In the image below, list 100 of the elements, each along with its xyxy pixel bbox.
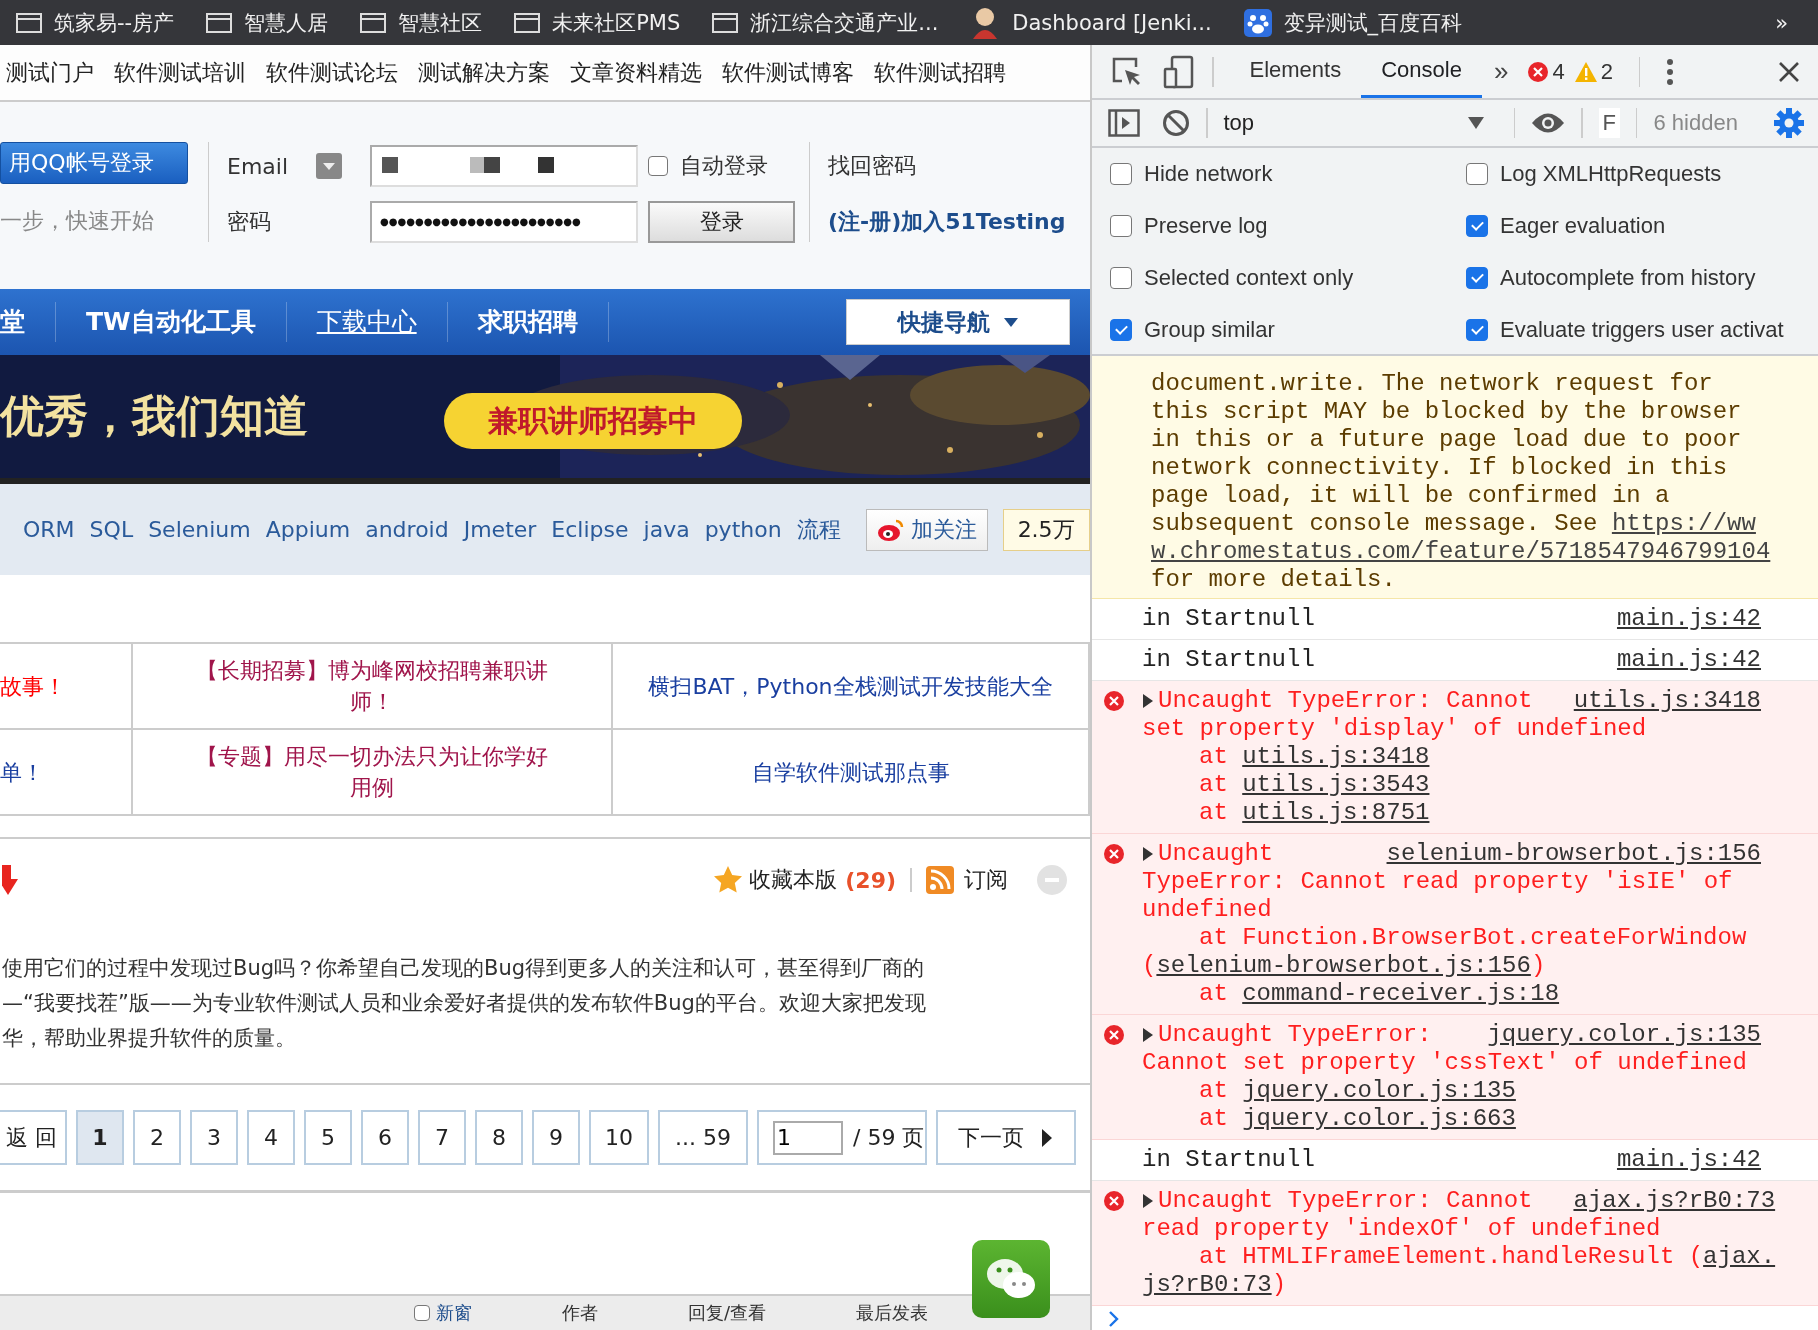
page-button[interactable]: 7 <box>418 1110 466 1165</box>
page-button[interactable]: 4 <box>247 1110 295 1165</box>
register-link[interactable]: (注-册)加入51Testing <box>828 207 1066 237</box>
top-link[interactable]: 测试解决方案 <box>418 57 550 88</box>
source-link[interactable]: jquery.color.js:135 <box>1242 1077 1516 1104</box>
source-link[interactable]: utils.js:3418 <box>1242 743 1430 770</box>
tag-link[interactable]: Jmeter <box>463 517 537 542</box>
source-link[interactable]: js?rB0:73 <box>1142 1271 1272 1298</box>
source-link[interactable]: https://ww <box>1611 510 1756 537</box>
source-link[interactable]: utils.js:3543 <box>1242 771 1430 798</box>
device-icon[interactable] <box>1162 54 1196 89</box>
source-link[interactable]: w.chromestatus.com/feature/5718547946799104 <box>1151 538 1771 565</box>
page-button[interactable]: 9 <box>532 1110 580 1165</box>
table-cell[interactable]: 【专题】用尽一切办法只为让你学好用例 <box>132 729 612 815</box>
nav-link[interactable]: TW自动化工具 <box>56 302 287 342</box>
top-link[interactable]: 软件测试招聘 <box>874 57 1006 88</box>
checkbox[interactable] <box>1110 319 1132 341</box>
clear-console-icon[interactable] <box>1162 109 1190 137</box>
banner-badge[interactable]: 兼职讲师招募中 <box>444 393 742 449</box>
context-dropdown[interactable]: top <box>1223 110 1498 136</box>
dropdown-icon[interactable] <box>316 153 342 179</box>
source-link[interactable]: jquery.color.js:135 <box>1487 1021 1761 1049</box>
top-link[interactable]: 文章资料精选 <box>570 57 702 88</box>
favorite-link[interactable]: 收藏本版 <box>749 865 838 895</box>
source-link[interactable]: ajax. <box>1703 1243 1776 1270</box>
source-link[interactable]: selenium-browserbot.js:156 <box>1386 840 1761 868</box>
subscribe-link[interactable]: 订阅 <box>964 865 1008 895</box>
source-link[interactable]: ajax.js?rB0:73 <box>1573 1187 1776 1215</box>
tag-link[interactable]: 流程 <box>796 514 841 545</box>
sidebar-icon[interactable] <box>1108 109 1140 137</box>
star-icon[interactable] <box>713 865 744 895</box>
close-icon[interactable] <box>1778 60 1800 83</box>
last-page-button[interactable]: ... 59 <box>658 1110 748 1165</box>
expand-icon[interactable] <box>1142 1193 1154 1209</box>
bookmark-label[interactable]: 筑家易--房产 <box>54 8 175 37</box>
top-link[interactable]: 软件测试博客 <box>722 57 854 88</box>
top-link[interactable]: 测试门户 <box>6 57 94 88</box>
tag-link[interactable]: python <box>704 517 782 542</box>
page-button[interactable]: 3 <box>190 1110 238 1165</box>
next-page-button[interactable]: 下一页 <box>936 1110 1076 1165</box>
checkbox[interactable] <box>1110 267 1132 289</box>
qq-login-button[interactable]: 用QQ帐号登录 <box>0 142 188 184</box>
source-link[interactable]: main.js:42 <box>1616 646 1761 674</box>
table-cell[interactable]: 单！ <box>0 729 132 815</box>
wechat-button[interactable] <box>972 1240 1050 1318</box>
source-link[interactable]: command-receiver.js:18 <box>1242 980 1560 1007</box>
eye-icon[interactable] <box>1531 112 1565 134</box>
tag-link[interactable]: java <box>643 517 690 542</box>
table-cell[interactable]: 横扫BAT，Python全栈测试开发技能大全 <box>612 643 1089 729</box>
tag-link[interactable]: android <box>365 517 449 542</box>
page-button[interactable]: 5 <box>304 1110 352 1165</box>
checkbox[interactable] <box>648 156 668 176</box>
back-button[interactable]: 返 回 <box>0 1110 67 1165</box>
table-cell[interactable]: 自学软件测试那点事 <box>612 729 1089 815</box>
page-button[interactable]: 8 <box>475 1110 523 1165</box>
source-link[interactable]: selenium-browserbot.js:156 <box>1156 952 1531 979</box>
table-cell[interactable]: 故事！ <box>0 643 132 729</box>
follow-button[interactable]: 加关注 <box>865 508 988 551</box>
menu-icon[interactable] <box>1666 57 1675 86</box>
bookmark-label[interactable]: Dashboard [Jenki... <box>1012 10 1212 35</box>
filter-field[interactable]: F <box>1598 108 1620 138</box>
login-button[interactable]: 登录 <box>648 201 795 243</box>
expand-icon[interactable] <box>1142 693 1154 709</box>
expand-icon[interactable] <box>1142 846 1154 862</box>
tag-link[interactable]: Eclipse <box>551 517 629 542</box>
page-button[interactable]: 1 <box>76 1110 124 1165</box>
quick-nav-button[interactable]: 快捷导航 <box>846 299 1070 345</box>
source-link[interactable]: main.js:42 <box>1616 1146 1761 1174</box>
checkbox[interactable] <box>1110 215 1132 237</box>
checkbox[interactable] <box>1110 163 1132 185</box>
source-link[interactable]: utils.js:8751 <box>1242 799 1430 826</box>
settings-icon[interactable] <box>1774 108 1804 138</box>
expand-icon[interactable] <box>1142 1027 1154 1043</box>
new-window-label[interactable]: 新窗 <box>436 1301 472 1325</box>
more-tabs-button[interactable]: » <box>1493 56 1509 87</box>
rss-icon[interactable] <box>926 866 954 894</box>
source-link[interactable]: utils.js:3418 <box>1573 687 1761 715</box>
error-count-badge[interactable]: 4 <box>1528 58 1565 85</box>
bookmark-label[interactable]: 智慧社区 <box>398 8 483 37</box>
top-link[interactable]: 软件测试培训 <box>114 57 246 88</box>
checkbox[interactable] <box>1466 319 1488 341</box>
page-button[interactable]: 6 <box>361 1110 409 1165</box>
source-link[interactable]: main.js:42 <box>1616 605 1761 633</box>
checkbox[interactable] <box>1466 215 1488 237</box>
checkbox[interactable] <box>1466 163 1488 185</box>
password-field[interactable]: ●●●●●●●●●●●●●●●●●●●●●●● <box>370 201 638 243</box>
nav-link[interactable]: 堂 <box>0 302 56 342</box>
email-field[interactable] <box>370 145 638 187</box>
page-button[interactable]: 2 <box>133 1110 181 1165</box>
nav-link[interactable]: 下载中心 <box>286 302 448 342</box>
checkbox[interactable] <box>414 1305 430 1321</box>
top-link[interactable]: 软件测试论坛 <box>266 57 398 88</box>
page-number-field[interactable]: 1 <box>773 1120 843 1155</box>
tag-link[interactable]: Selenium <box>148 517 251 542</box>
table-cell[interactable]: 【长期招募】博为峰网校招聘兼职讲师！ <box>132 643 612 729</box>
bookmark-label[interactable]: 变异测试_百度百科 <box>1283 8 1463 37</box>
tag-link[interactable]: Appium <box>265 517 351 542</box>
checkbox[interactable] <box>1466 267 1488 289</box>
bookmark-label[interactable]: 浙江综合交通产业... <box>750 8 939 37</box>
page-button[interactable]: 10 <box>589 1110 649 1165</box>
